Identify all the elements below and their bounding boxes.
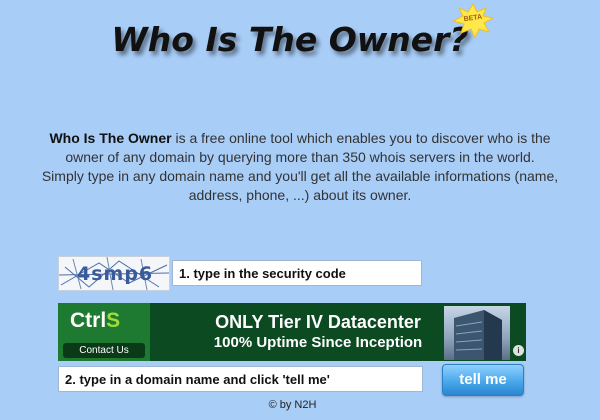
ad-banner[interactable]: CtrlS Contact Us ONLY Tier IV Datacenter… — [58, 303, 526, 361]
captcha-code: 4smp6 — [77, 263, 154, 285]
ad-contact-button[interactable]: Contact Us — [63, 343, 145, 358]
domain-name-input[interactable]: 2. type in a domain name and click 'tell… — [58, 366, 423, 392]
ad-logo-ctrl: Ctrl — [70, 309, 107, 332]
ad-headline: ONLY Tier IV Datacenter — [215, 312, 421, 332]
intro-text: Who Is The Owner is a free online tool w… — [40, 129, 560, 205]
ad-logo: CtrlS — [70, 309, 120, 333]
tell-me-button[interactable]: tell me — [442, 364, 524, 396]
brand-name: Who Is The Owner — [49, 130, 172, 146]
security-code-input[interactable]: 1. type in the security code — [172, 260, 422, 286]
captcha-image: 4smp6 — [58, 256, 170, 291]
ad-logo-panel: CtrlS Contact Us — [58, 303, 150, 361]
footer-credit: © by N2H — [268, 399, 317, 411]
intro-line-2: Simply type in any domain name and you'l… — [41, 168, 559, 203]
ad-building-image — [444, 306, 510, 360]
ad-subline: 100% Uptime Since Inception — [213, 334, 423, 351]
info-icon[interactable]: i — [513, 345, 524, 356]
ad-logo-s: S — [106, 309, 121, 332]
beta-badge: BETA — [451, 2, 495, 40]
